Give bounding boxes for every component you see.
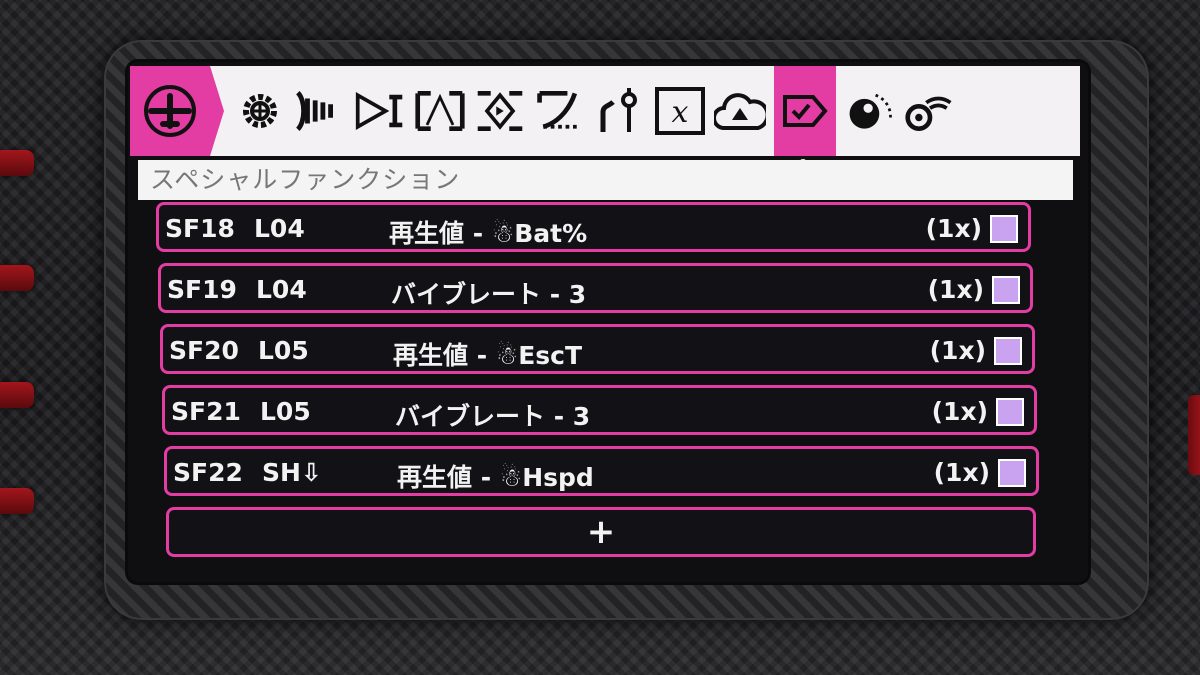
mixer-icon[interactable]: [354, 81, 406, 141]
sf-enable-checkbox[interactable]: [996, 398, 1024, 426]
output-servo-icon[interactable]: [474, 81, 526, 141]
sensor-eye-icon[interactable]: [844, 81, 896, 141]
sf-id: SF19: [167, 275, 237, 304]
special-function-row[interactable]: SF18 L04 再生値 - ☃Bat% (1x): [156, 202, 1031, 252]
sf-repeat: (1x): [933, 458, 990, 487]
side-button-4[interactable]: [0, 488, 34, 514]
sf-enable-checkbox[interactable]: [990, 215, 1018, 243]
sf-repeat: (1x): [929, 336, 986, 365]
model-airplane-icon[interactable]: [130, 66, 224, 156]
special-function-row[interactable]: SF22 SH⇩ 再生値 - ☃Hspd (1x): [164, 446, 1039, 496]
side-button-1[interactable]: [0, 150, 34, 176]
sf-switch: L05: [258, 336, 309, 365]
sf-switch: L04: [254, 214, 305, 243]
sf-function: 再生値 - ☃EscT: [393, 341, 583, 370]
sf-function: バイブレート - 3: [391, 280, 587, 309]
svg-text:x: x: [672, 95, 689, 130]
sf-enable-checkbox[interactable]: [992, 276, 1020, 304]
special-function-check-icon[interactable]: [774, 66, 836, 170]
sf-repeat: (1x): [927, 275, 984, 304]
gear-icon[interactable]: [234, 81, 286, 141]
special-function-row[interactable]: SF21 L05 バイブレート - 3 (1x): [162, 385, 1037, 435]
page-toolbar: x: [130, 66, 1080, 170]
sf-id: SF18: [165, 214, 235, 243]
sf-repeat: (1x): [925, 214, 982, 243]
sf-enable-checkbox[interactable]: [998, 459, 1026, 487]
sf-function: 再生値 - ☃Hspd: [397, 463, 594, 492]
global-variable-x-icon[interactable]: x: [654, 81, 706, 141]
trainer-signal-icon[interactable]: [294, 81, 346, 141]
add-icon: +: [586, 512, 616, 552]
side-button-2[interactable]: [0, 265, 34, 291]
sf-switch: SH⇩: [262, 458, 322, 487]
sf-switch: L04: [256, 275, 307, 304]
side-button-3[interactable]: [0, 382, 34, 408]
logic-switch-icon[interactable]: [594, 81, 646, 141]
curve-icon[interactable]: [534, 81, 586, 141]
sf-repeat: (1x): [931, 397, 988, 426]
page-title: スペシャルファンクション: [138, 160, 1073, 200]
sf-id: SF22: [173, 458, 243, 487]
right-side-button[interactable]: [1188, 395, 1200, 475]
telemetry-stream-icon[interactable]: [904, 81, 956, 141]
sf-id: SF21: [171, 397, 241, 426]
input-curve-icon[interactable]: [414, 81, 466, 141]
sf-function: 再生値 - ☃Bat%: [389, 219, 588, 248]
telemetry-cloud-icon[interactable]: [714, 81, 766, 141]
add-function-button[interactable]: +: [166, 507, 1036, 557]
sf-id: SF20: [169, 336, 239, 365]
special-function-row[interactable]: SF20 L05 再生値 - ☃EscT (1x): [160, 324, 1035, 374]
sf-switch: L05: [260, 397, 311, 426]
special-function-row[interactable]: SF19 L04 バイブレート - 3 (1x): [158, 263, 1033, 313]
sf-function: バイブレート - 3: [395, 402, 591, 431]
sf-enable-checkbox[interactable]: [994, 337, 1022, 365]
lcd-screen: x スペシャルファンクション SF18 L04 再生値 - ☃Bat% (1x)…: [128, 62, 1088, 582]
